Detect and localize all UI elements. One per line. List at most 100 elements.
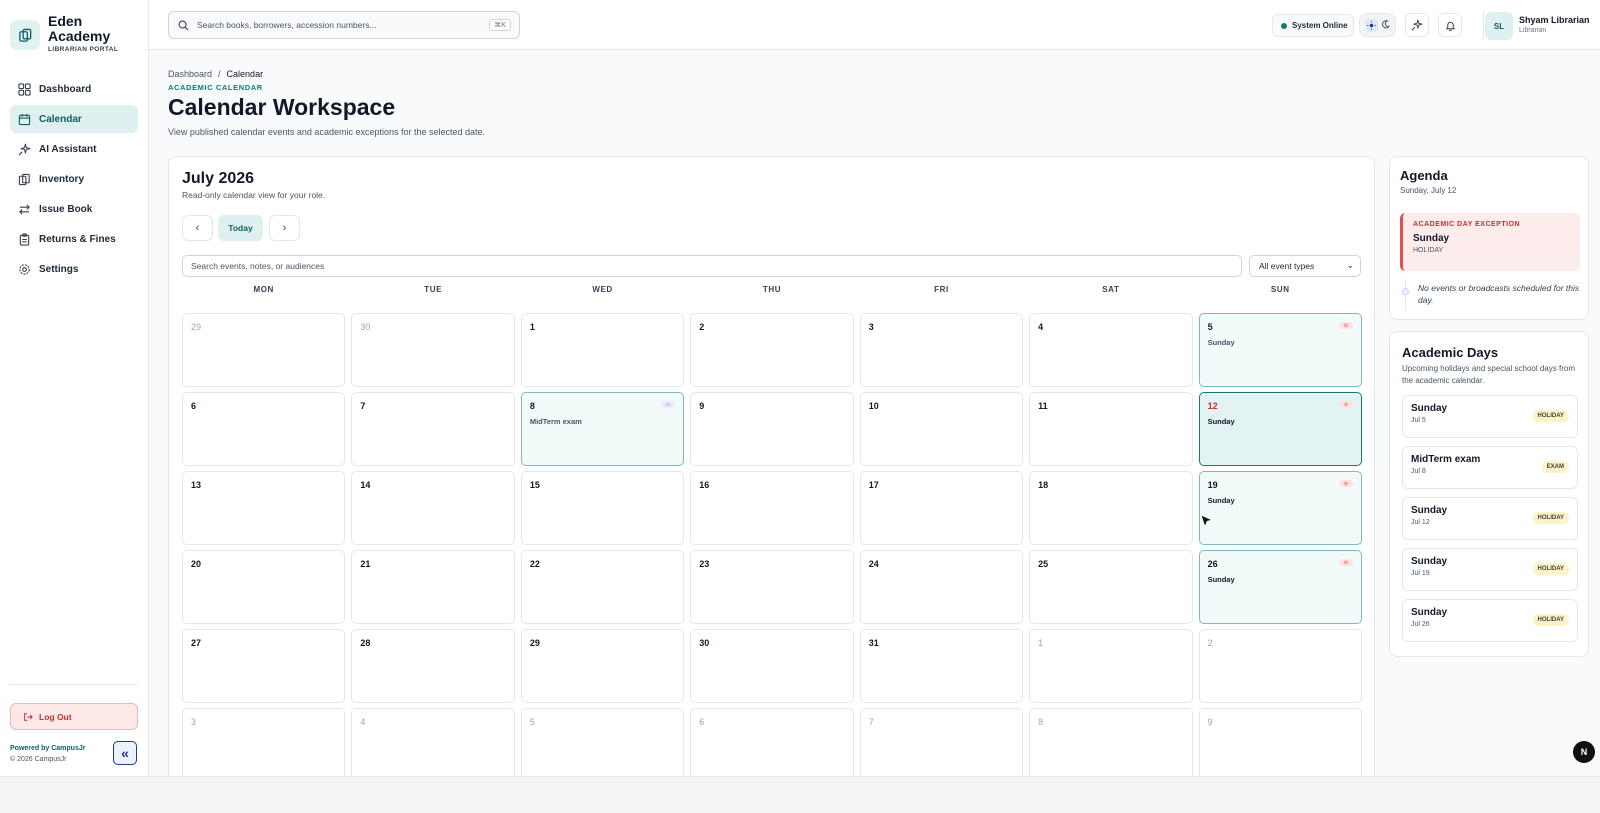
- calendar-day-cell[interactable]: 16: [690, 471, 854, 545]
- calendar-day-cell[interactable]: 22: [520, 550, 685, 624]
- gear-icon: [19, 263, 30, 275]
- academic-day-item[interactable]: Sunday Jul 5 HOLIDAY: [1402, 395, 1578, 438]
- grid-icon: [18, 82, 31, 96]
- academic-day-badge: HOLIDAY: [1532, 512, 1569, 524]
- calendar-day-cell[interactable]: 31: [859, 629, 1024, 703]
- holiday-tag-icon: ⊘: [1339, 559, 1353, 566]
- sidebar-item-ai-assistant[interactable]: AI Assistant: [10, 135, 138, 163]
- calendar-day-cell[interactable]: 9: [690, 392, 854, 466]
- calendar-day-cell[interactable]: 2: [1198, 629, 1362, 703]
- collapse-sidebar-button[interactable]: «: [113, 741, 137, 765]
- calendar-day-cell[interactable]: 30: [690, 629, 854, 703]
- day-number: 2: [1207, 638, 1213, 648]
- calendar-day-cell[interactable]: 1: [520, 313, 685, 387]
- calendar-day-cell[interactable]: 23: [690, 550, 854, 624]
- calendar-day-cell[interactable]: 3: [859, 313, 1024, 387]
- topbar: Search books, borrowers, accession numbe…: [149, 0, 1600, 50]
- calendar-day-cell[interactable]: 30: [351, 313, 515, 387]
- day-number: 2: [699, 322, 705, 332]
- academic-day-item[interactable]: Sunday Jul 26 HOLIDAY: [1402, 599, 1578, 642]
- calendar-day-cell[interactable]: 19 ⊘ Sunday: [1198, 471, 1362, 545]
- academic-day-item[interactable]: MidTerm exam Jul 8 EXAM: [1402, 446, 1578, 489]
- breadcrumb-dashboard[interactable]: Dashboard: [168, 69, 212, 79]
- day-event-label: Sunday: [1207, 417, 1235, 426]
- calendar-day-cell[interactable]: 3: [182, 708, 346, 782]
- weekday-label: WED: [592, 285, 613, 294]
- sidebar-item-label: Dashboard: [39, 83, 92, 95]
- calendar-day-cell[interactable]: 7: [859, 708, 1024, 782]
- calendar-day-cell[interactable]: 25: [1029, 550, 1193, 624]
- calendar-day-cell[interactable]: 29: [520, 629, 685, 703]
- sidebar-item-returns-fines[interactable]: Returns & Fines: [10, 225, 138, 253]
- calendar-day-cell[interactable]: 4: [1029, 313, 1193, 387]
- sidebar-item-inventory[interactable]: Inventory: [10, 165, 138, 193]
- day-number: 28: [360, 638, 371, 648]
- sidebar-item-calendar[interactable]: Calendar: [10, 105, 138, 133]
- system-status-badge: System Online: [1272, 14, 1354, 37]
- calendar-day-cell[interactable]: 4: [351, 708, 515, 782]
- chevron-down-icon: ⌄: [1346, 260, 1354, 270]
- month-title: July 2026: [182, 170, 255, 187]
- calendar-day-cell[interactable]: 9: [1198, 708, 1362, 782]
- page-footer-band: [0, 776, 1600, 813]
- calendar-day-cell[interactable]: 2: [690, 313, 854, 387]
- calendar-day-cell[interactable]: 5 ⊘ Sunday: [1198, 313, 1362, 387]
- calendar-day-cell[interactable]: 8: [1029, 708, 1193, 782]
- avatar[interactable]: SL: [1485, 12, 1513, 40]
- calendar-day-cell[interactable]: 6: [182, 392, 346, 466]
- agenda-panel: Agenda Sunday, July 12 ACADEMIC DAY EXCE…: [1389, 156, 1589, 320]
- calendar-day-cell[interactable]: 8 ▭ MidTerm exam: [520, 392, 685, 466]
- calendar-day-cell[interactable]: 28: [351, 629, 515, 703]
- calendar-day-cell[interactable]: 1: [1029, 629, 1193, 703]
- global-search-input[interactable]: Search books, borrowers, accession numbe…: [168, 11, 520, 39]
- brand[interactable]: Eden Academy LIBRARIAN PORTAL: [10, 14, 118, 53]
- calendar-day-cell[interactable]: 14: [351, 471, 515, 545]
- bell-icon: [1445, 21, 1455, 31]
- user-name[interactable]: Shyam Librarian: [1519, 15, 1590, 25]
- academic-day-item[interactable]: Sunday Jul 12 HOLIDAY: [1402, 497, 1578, 540]
- calendar-day-cell[interactable]: 17: [859, 471, 1024, 545]
- day-number: 6: [191, 401, 197, 411]
- calendar-day-cell[interactable]: 12 ⊘ Sunday: [1198, 392, 1362, 466]
- calendar-day-cell[interactable]: 29: [182, 313, 346, 387]
- calendar-search-input[interactable]: Search events, notes, or audiences: [182, 255, 1242, 277]
- previous-month-button[interactable]: ‹: [182, 215, 213, 241]
- day-number: 27: [191, 638, 202, 648]
- sidebar-item-settings[interactable]: Settings: [10, 255, 138, 283]
- calendar-day-cell[interactable]: 26 ⊘ Sunday: [1198, 550, 1362, 624]
- today-button[interactable]: Today: [218, 215, 263, 241]
- day-number: 17: [868, 480, 879, 490]
- copyright: © 2026 CampusJr: [10, 756, 67, 763]
- next-month-button[interactable]: ›: [269, 215, 300, 241]
- sidebar-item-issue-book[interactable]: Issue Book: [10, 195, 138, 223]
- academic-day-item[interactable]: Sunday Jul 19 HOLIDAY: [1402, 548, 1578, 591]
- powered-by: Powered by CampusJr: [10, 745, 86, 752]
- calendar-day-cell[interactable]: 21: [351, 550, 515, 624]
- sun-icon[interactable]: [1365, 18, 1379, 32]
- calendar-day-cell[interactable]: 7: [351, 392, 515, 466]
- sidebar-item-dashboard[interactable]: Dashboard: [10, 75, 138, 103]
- calendar-day-cell[interactable]: 24: [859, 550, 1024, 624]
- calendar-day-cell[interactable]: 6: [690, 708, 854, 782]
- calendar-day-cell[interactable]: 10: [859, 392, 1024, 466]
- day-number: 3: [868, 322, 874, 332]
- day-number: 20: [191, 559, 202, 569]
- theme-toggle[interactable]: [1359, 13, 1396, 37]
- ai-sparkle-button[interactable]: [1405, 13, 1429, 37]
- calendar-day-cell[interactable]: 20: [182, 550, 346, 624]
- moon-icon[interactable]: [1381, 16, 1390, 34]
- weekday-label: THU: [762, 285, 782, 294]
- calendar-day-cell[interactable]: 11: [1029, 392, 1193, 466]
- user-role: Librarian: [1519, 27, 1547, 34]
- notifications-button[interactable]: [1438, 13, 1462, 37]
- page-title: Calendar Workspace: [168, 94, 396, 120]
- logout-button[interactable]: Log Out: [10, 703, 138, 730]
- floating-action-button[interactable]: N: [1573, 741, 1595, 763]
- calendar-day-cell[interactable]: 15: [520, 471, 685, 545]
- calendar-day-cell[interactable]: 5: [520, 708, 685, 782]
- weekday-label: SAT: [1102, 285, 1120, 294]
- calendar-day-cell[interactable]: 13: [182, 471, 346, 545]
- event-type-select[interactable]: All event types ⌄: [1249, 255, 1361, 277]
- calendar-day-cell[interactable]: 27: [182, 629, 346, 703]
- calendar-day-cell[interactable]: 18: [1029, 471, 1193, 545]
